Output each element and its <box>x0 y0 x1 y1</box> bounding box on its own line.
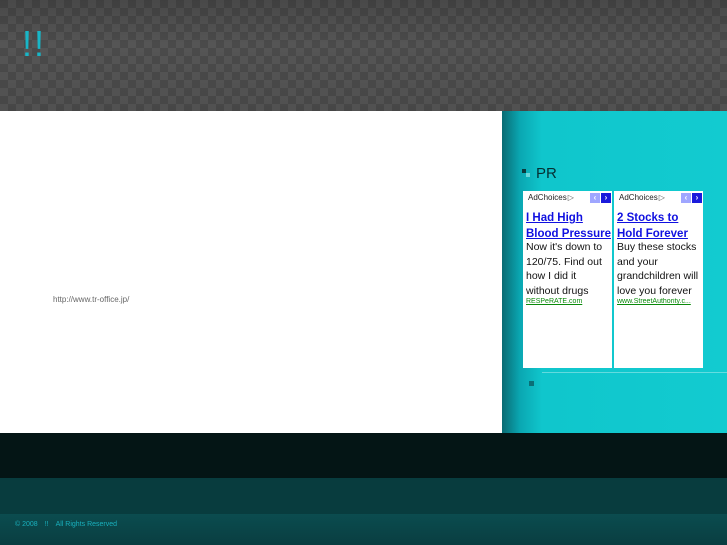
square-bullet-icon <box>529 381 534 386</box>
ad-top-bar: AdChoices▷ ‹ › <box>614 192 703 205</box>
sidebar-divider <box>542 372 727 373</box>
adchoices-link[interactable]: AdChoices▷ <box>619 193 665 202</box>
sidebar-heading: PR <box>522 164 557 182</box>
ad-next-button[interactable]: › <box>601 193 611 203</box>
footer-dark-band <box>0 433 727 478</box>
ad-prev-button[interactable]: ‹ <box>681 193 691 203</box>
adchoices-label: AdChoices <box>619 193 658 202</box>
ad-body-text: Buy these stocks and your grandchildren … <box>617 241 699 297</box>
adchoices-icon: ▷ <box>567 193 574 202</box>
copyright-text: © 2008!! All Rights Reserved <box>15 521 124 528</box>
main-content: http://www.tr-office.jp/ <box>0 111 502 433</box>
ad-prev-button[interactable]: ‹ <box>590 193 600 203</box>
ad-body-text: Now it's down to 120/75. Find out how I … <box>526 241 603 297</box>
adchoices-label: AdChoices <box>528 193 567 202</box>
footer: © 2008!! All Rights Reserved <box>0 514 727 545</box>
ad-unit[interactable]: AdChoices▷ ‹ › 2 Stocks to Hold Forever … <box>614 191 703 368</box>
ad-next-button[interactable]: › <box>692 193 702 203</box>
ad-source-link[interactable]: RESPeRATE.com <box>526 298 610 305</box>
sidebar-heading-label: PR <box>536 164 557 182</box>
ad-source-link[interactable]: www.StreetAuthority.c... <box>617 298 701 305</box>
site-header: !! <box>0 0 727 111</box>
square-bullet-icon <box>522 169 530 177</box>
adchoices-icon: ▷ <box>658 193 665 202</box>
copyright-site[interactable]: !! <box>45 521 49 528</box>
header-pattern <box>0 0 727 111</box>
ad-top-bar: AdChoices▷ ‹ › <box>523 192 612 205</box>
copyright-year: © 2008 <box>15 521 38 528</box>
ad-title-link[interactable]: 2 Stocks to Hold Forever <box>617 210 703 242</box>
ad-unit[interactable]: AdChoices▷ ‹ › I Had High Blood Pressure… <box>523 191 612 368</box>
ad-title-link[interactable]: I Had High Blood Pressure <box>526 210 612 242</box>
sidebar: PR AdChoices▷ ‹ › I Had High Blood Press… <box>502 111 727 433</box>
site-title[interactable]: !! <box>22 24 46 64</box>
site-url-link[interactable]: http://www.tr-office.jp/ <box>53 295 129 304</box>
adchoices-link[interactable]: AdChoices▷ <box>528 193 574 202</box>
copyright-rights: All Rights Reserved <box>55 521 118 528</box>
footer-teal-band <box>0 478 727 514</box>
